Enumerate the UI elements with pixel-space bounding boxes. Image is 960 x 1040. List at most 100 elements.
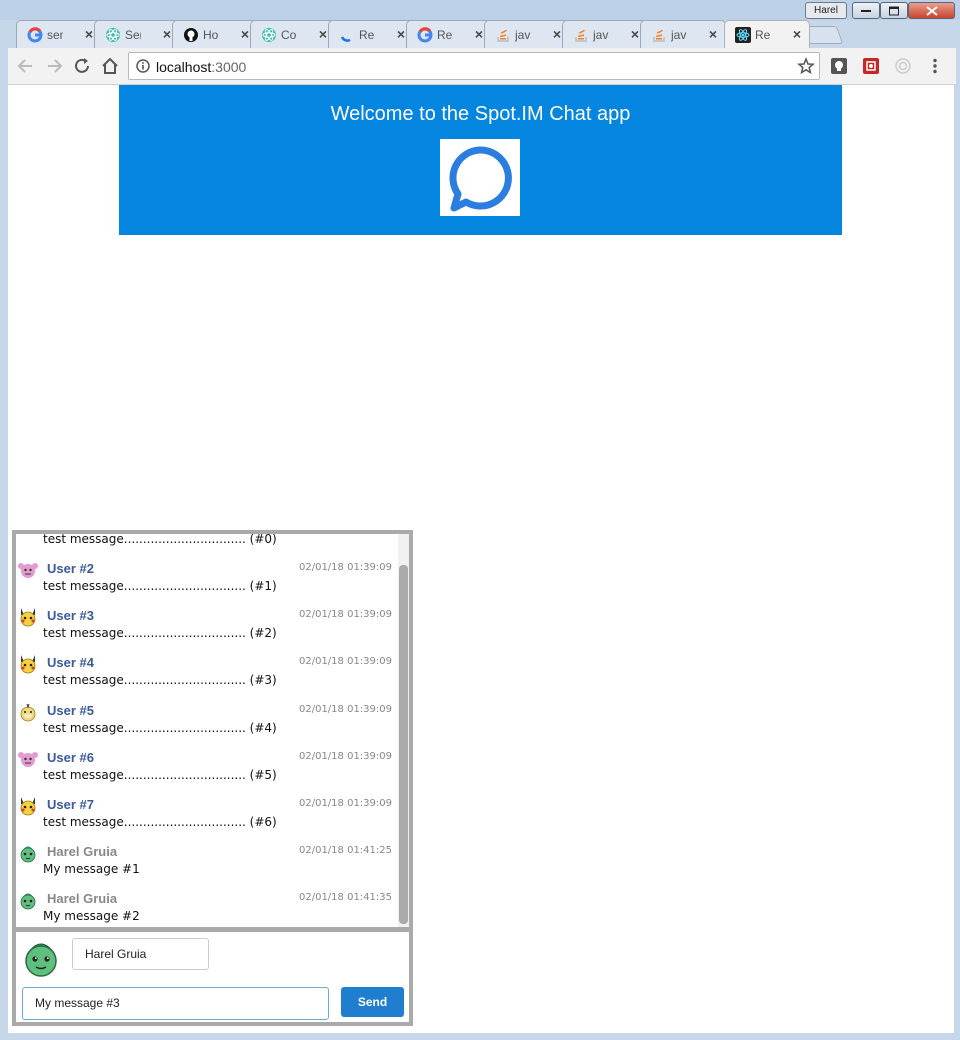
google-icon — [27, 27, 43, 43]
message-timestamp: 02/01/18 01:39:09 — [298, 609, 392, 620]
google-icon — [417, 27, 433, 43]
message-timestamp: 02/01/18 01:39:09 — [298, 751, 392, 762]
message-item: User #3 02/01/18 01:39:09 test message..… — [16, 604, 396, 651]
tab-title: java — [671, 28, 687, 42]
tab-close-icon[interactable]: × — [475, 26, 483, 42]
message-scrollbar[interactable] — [398, 534, 409, 927]
message-text: test message............................… — [43, 721, 277, 735]
message-text: My message #2 — [43, 909, 140, 923]
stackoverflow-icon — [653, 29, 665, 42]
tab-close-icon[interactable]: × — [163, 26, 171, 42]
menu-icon[interactable] — [926, 57, 944, 75]
message-item: User #4 02/01/18 01:39:09 test message..… — [16, 651, 396, 698]
chat-bubble-icon — [449, 146, 512, 212]
tab[interactable]: Ho × — [172, 20, 258, 48]
tab[interactable]: Rea × — [406, 20, 492, 48]
minimize-button[interactable] — [852, 2, 880, 19]
message-username: Harel Gruia — [47, 844, 118, 859]
browser-window: Harel sen × Ser × Ho × Co × Rea × Rea × … — [0, 0, 960, 1040]
message-text: My message #1 — [43, 862, 140, 876]
pink-monster-icon — [18, 752, 38, 767]
message-timestamp: 02/01/18 01:39:09 — [298, 704, 392, 715]
tab[interactable]: Ser × — [94, 20, 180, 48]
address-bar[interactable]: localhost:3000 — [128, 52, 820, 80]
message-timestamp: 02/01/18 01:39:09 — [298, 798, 392, 809]
tab[interactable]: java × — [484, 20, 570, 48]
send-button[interactable]: Send — [341, 987, 404, 1017]
message-item: Harel Gruia 02/01/18 01:41:35 My message… — [16, 887, 396, 927]
message-username: User #5 — [47, 703, 94, 718]
message-username: User #6 — [47, 750, 94, 765]
message-username: User #4 — [47, 655, 94, 670]
forward-icon[interactable] — [44, 56, 64, 76]
window-frame-bottom — [0, 1033, 960, 1040]
message-text: test message............................… — [43, 626, 277, 640]
message-item: test message............................… — [16, 534, 396, 557]
message-text: test message............................… — [43, 768, 277, 782]
message-item: User #2 02/01/18 01:39:09 test message..… — [16, 557, 396, 604]
message-timestamp: 02/01/18 01:41:25 — [298, 845, 392, 856]
tab-close-icon[interactable]: × — [553, 26, 561, 42]
maximize-button[interactable] — [880, 2, 908, 19]
message-list[interactable]: test message............................… — [16, 534, 409, 927]
back-icon[interactable] — [16, 56, 36, 76]
tab-active[interactable]: Rea × — [724, 20, 810, 48]
tab-title: Rea — [359, 28, 375, 42]
message-timestamp: 02/01/18 01:41:35 — [298, 892, 392, 903]
chat-widget: test message............................… — [12, 530, 413, 1026]
react-icon — [735, 27, 751, 43]
username-input[interactable]: Harel Gruia — [72, 938, 209, 970]
pikachu-icon — [20, 608, 36, 627]
github-icon — [184, 28, 198, 42]
profile-button[interactable]: Harel — [805, 2, 847, 19]
message-item: User #5 02/01/18 01:39:09 test message..… — [16, 699, 396, 746]
tab[interactable]: java × — [640, 20, 726, 48]
tab[interactable]: sen × — [16, 20, 102, 48]
message-input[interactable]: My message #3 — [22, 987, 329, 1020]
message-timestamp: 02/01/18 01:39:09 — [298, 656, 392, 667]
tab-close-icon[interactable]: × — [397, 26, 405, 42]
scrollbar-thumb[interactable] — [399, 565, 408, 924]
react-icon — [106, 28, 120, 42]
bulbasaur-icon — [20, 893, 36, 910]
home-icon[interactable] — [100, 56, 120, 76]
loading-icon — [340, 36, 351, 42]
psyduck-icon — [20, 703, 36, 722]
tab-close-icon[interactable]: × — [709, 26, 717, 42]
extension-red-icon[interactable] — [862, 57, 880, 75]
tab-title: java — [593, 28, 609, 42]
welcome-banner: Welcome to the Spot.IM Chat app — [119, 85, 842, 235]
close-window-button[interactable] — [908, 2, 955, 19]
bookmark-star-icon[interactable] — [797, 57, 815, 75]
tab-close-icon[interactable]: × — [793, 26, 801, 42]
message-timestamp: 02/01/18 01:39:09 — [298, 562, 392, 573]
tab-strip: sen × Ser × Ho × Co × Rea × Rea × java ×… — [0, 18, 960, 48]
url-text: localhost:3000 — [156, 59, 247, 75]
tab-title: Co — [281, 28, 297, 42]
message-text: test message............................… — [43, 579, 277, 593]
tab-close-icon[interactable]: × — [631, 26, 639, 42]
message-username: User #7 — [47, 797, 94, 812]
message-username: User #2 — [47, 561, 94, 576]
tab-close-icon[interactable]: × — [319, 26, 327, 42]
pink-monster-icon — [18, 563, 38, 578]
tab[interactable]: Co × — [250, 20, 336, 48]
bulbasaur-icon — [20, 846, 36, 863]
message-text: test message............................… — [43, 815, 277, 829]
minimize-icon — [861, 9, 871, 12]
tab[interactable]: Rea × — [328, 20, 414, 48]
message-composer: Harel Gruia My message #3 Send — [16, 932, 409, 1022]
message-username: Harel Gruia — [47, 891, 118, 906]
extension-radar-icon[interactable] — [894, 57, 912, 75]
extension-lightbulb-icon[interactable] — [830, 57, 848, 75]
info-icon[interactable] — [136, 59, 150, 73]
tab-title: Ho — [203, 28, 219, 42]
bulbasaur-icon — [25, 943, 57, 977]
reload-icon[interactable] — [72, 56, 92, 76]
stackoverflow-icon — [497, 29, 509, 42]
tab-title: java — [515, 28, 531, 42]
tab-close-icon[interactable]: × — [85, 26, 93, 42]
tab[interactable]: java × — [562, 20, 648, 48]
tab-close-icon[interactable]: × — [241, 26, 249, 42]
tab-title: Rea — [755, 28, 771, 42]
